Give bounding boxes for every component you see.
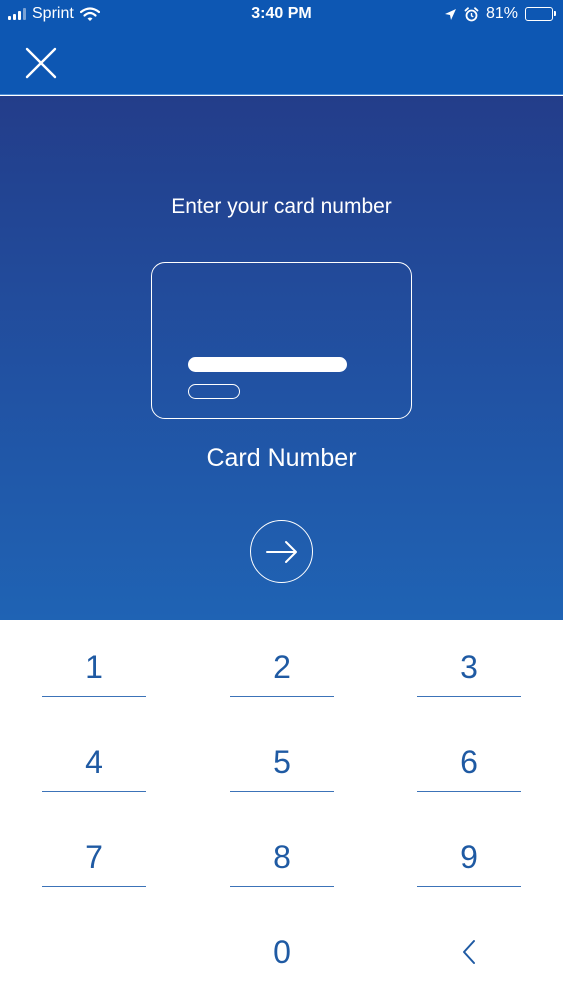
close-button[interactable] [24,46,58,80]
status-bar: Sprint 3:40 PM 81% [0,0,563,30]
backspace-button[interactable] [417,922,521,982]
next-button[interactable] [250,520,313,583]
card-chip-pill [188,384,240,399]
location-icon [444,8,456,20]
prompt-text: Enter your card number [171,195,392,218]
card-number-display: Card Number [206,444,357,472]
key-6[interactable]: 6 [417,732,521,792]
chevron-left-icon [463,940,475,964]
key-5[interactable]: 5 [230,732,334,792]
key-3[interactable]: 3 [417,637,521,697]
numeric-keypad: 1 2 3 4 5 6 7 8 9 0 [0,620,563,1000]
key-8[interactable]: 8 [230,827,334,887]
key-7[interactable]: 7 [42,827,146,887]
key-4[interactable]: 4 [42,732,146,792]
card-icon [151,262,412,419]
alarm-icon [464,6,479,21]
battery-icon [525,7,556,21]
top-bar: Sprint 3:40 PM 81% [0,0,563,95]
card-number-bar [188,357,347,372]
arrow-right-icon [265,540,297,563]
key-0[interactable]: 0 [230,922,334,982]
key-1[interactable]: 1 [42,637,146,697]
status-right: 81% [444,5,556,23]
battery-percent: 81% [485,5,518,22]
key-9[interactable]: 9 [417,827,521,887]
key-2[interactable]: 2 [230,637,334,697]
card-entry-panel: Enter your card number Card Number [0,96,563,620]
close-icon [25,47,57,79]
